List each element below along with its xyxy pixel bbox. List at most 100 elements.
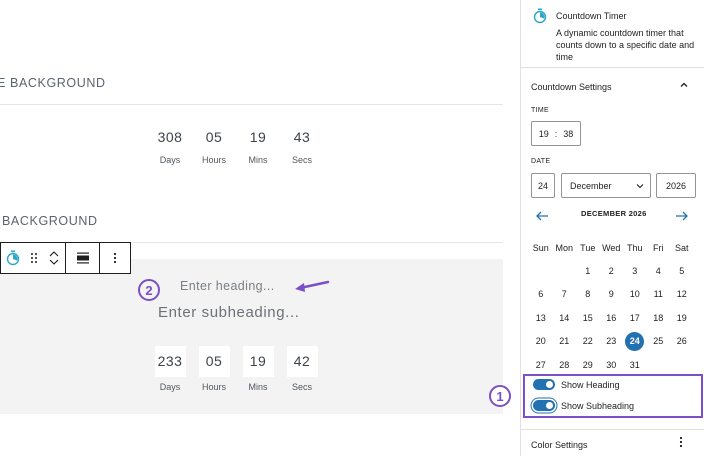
time-label: TIME [531, 107, 549, 114]
calendar-day[interactable]: 3 [623, 262, 647, 281]
time-hour[interactable]: 19 [539, 129, 549, 139]
countdown-unit: 05 Hours [192, 127, 236, 165]
calendar-week: 6 7 8 9 10 11 12 [529, 283, 701, 306]
show-heading-label: Show Heading [561, 379, 620, 390]
color-settings-title[interactable]: Color Settings [531, 440, 588, 450]
move-buttons [43, 243, 65, 273]
calendar-day[interactable]: 25 [647, 332, 671, 351]
calendar-day[interactable]: 2 [600, 262, 624, 281]
countdown-label: Hours [201, 155, 226, 165]
calendar-day[interactable]: 17 [623, 308, 647, 327]
calendar-week: 27 28 29 30 31 [529, 353, 701, 376]
time-minute[interactable]: 38 [563, 129, 573, 139]
calendar-day[interactable]: 8 [576, 285, 600, 304]
day-value: 24 [537, 180, 548, 191]
previous-month-arrow-icon[interactable] [535, 208, 549, 224]
countdown-unit: 19 Mins [236, 346, 280, 392]
weekday-label: Tue [580, 242, 596, 253]
countdown-unit: 19 Mins [236, 127, 280, 165]
calendar-day[interactable]: 23 [600, 332, 624, 351]
year-input[interactable]: 2026 [656, 173, 696, 198]
block-card: Countdown Timer A dynamic countdown time… [521, 0, 704, 68]
countdown-unit: 05 Hours [192, 346, 236, 392]
weekday-label: Fri [653, 242, 664, 253]
countdown-number: 233 [154, 346, 186, 377]
block-toolbar [0, 242, 131, 274]
month-select[interactable]: December [561, 173, 651, 198]
divider [0, 104, 503, 105]
calendar-day[interactable]: 26 [670, 332, 694, 351]
day-input[interactable]: 24 [531, 173, 555, 198]
calendar-day[interactable]: 7 [553, 285, 577, 304]
countdown-number: 05 [198, 346, 230, 377]
toolbar-group-block [1, 243, 66, 273]
calendar-day[interactable]: 4 [647, 262, 671, 281]
countdown-number: 05 [205, 129, 223, 145]
show-subheading-toggle[interactable]: Show Subheading [533, 400, 634, 411]
subheading-placeholder[interactable]: Enter subheading... [158, 304, 300, 321]
divider [521, 429, 704, 430]
more-options-icon[interactable] [679, 436, 683, 450]
date-label: DATE [531, 158, 551, 165]
countdown-preview-2[interactable]: 233 Days 05 Hours 19 Mins 42 Secs [148, 346, 324, 392]
calendar-day[interactable]: 19 [670, 308, 694, 327]
calendar-day[interactable]: 30 [600, 355, 624, 374]
move-up-icon[interactable] [49, 250, 59, 258]
weekday-label: Thu [626, 242, 643, 253]
weekday-row: Sun Mon Tue Wed Thu Fri Sat [529, 236, 701, 259]
calendar-week: 13 14 15 16 17 18 19 [529, 306, 701, 329]
more-options-icon[interactable] [100, 243, 130, 273]
toggle-switch[interactable] [533, 379, 555, 390]
calendar-day[interactable]: 5 [670, 262, 694, 281]
panel-title[interactable]: Countdown Settings [531, 82, 612, 92]
countdown-preview-1[interactable]: 308 Days 05 Hours 19 Mins 43 Secs [148, 127, 324, 165]
calendar-day[interactable]: 28 [553, 355, 577, 374]
calendar-day[interactable]: 11 [647, 285, 671, 304]
calendar-day[interactable]: 10 [623, 285, 647, 304]
timer-block-icon[interactable] [1, 243, 25, 273]
calendar-day[interactable]: 9 [600, 285, 624, 304]
weekday-label: Wed [602, 242, 621, 253]
countdown-number: 42 [286, 346, 318, 377]
calendar-day[interactable]: 22 [576, 332, 600, 351]
drag-handle-icon[interactable] [25, 243, 43, 273]
calendar-day[interactable]: 14 [553, 308, 577, 327]
time-separator: : [554, 128, 558, 139]
weekday-label: Mon [555, 242, 573, 253]
toolbar-group-more [100, 243, 130, 273]
next-month-arrow-icon[interactable] [675, 208, 689, 224]
block-name: Countdown Timer [556, 11, 627, 21]
heading-placeholder[interactable]: Enter heading... [180, 279, 275, 293]
calendar-day[interactable]: 12 [670, 285, 694, 304]
chevron-up-icon[interactable] [679, 80, 689, 92]
countdown-unit: 42 Secs [280, 346, 324, 392]
show-heading-toggle[interactable]: Show Heading [533, 379, 620, 390]
countdown-unit: 43 Secs [280, 127, 324, 165]
calendar-day[interactable]: 15 [576, 308, 600, 327]
countdown-label: Days [159, 155, 181, 165]
calendar-day[interactable]: 13 [529, 308, 553, 327]
calendar-day[interactable]: 27 [529, 355, 553, 374]
section-title-1: E BACKGROUND [0, 76, 106, 90]
move-down-icon[interactable] [49, 258, 59, 266]
calendar-day-selected[interactable]: 24 [625, 331, 645, 351]
time-input[interactable]: 19 : 38 [531, 121, 581, 146]
countdown-unit: 233 Days [148, 346, 192, 392]
weekday-label: Sun [532, 242, 549, 253]
section-title-2: BACKGROUND [2, 214, 98, 228]
calendar-day[interactable]: 31 [623, 355, 647, 374]
align-icon[interactable] [66, 243, 99, 273]
calendar-day[interactable]: 1 [576, 262, 600, 281]
calendar-day[interactable]: 18 [647, 308, 671, 327]
calendar-day[interactable]: 16 [600, 308, 624, 327]
chevron-down-icon [636, 183, 644, 188]
toggle-switch[interactable] [533, 400, 555, 411]
calendar-day[interactable]: 6 [529, 285, 553, 304]
block-description: A dynamic countdown timer that counts do… [556, 28, 695, 62]
calendar-day[interactable]: 20 [529, 332, 553, 351]
countdown-label: Secs [291, 382, 312, 392]
toggle-group: Show Heading Show Subheading [523, 374, 703, 418]
calendar-day[interactable]: 21 [553, 332, 577, 351]
calendar-day[interactable]: 29 [576, 355, 600, 374]
annotation-arrow-icon [295, 280, 330, 292]
